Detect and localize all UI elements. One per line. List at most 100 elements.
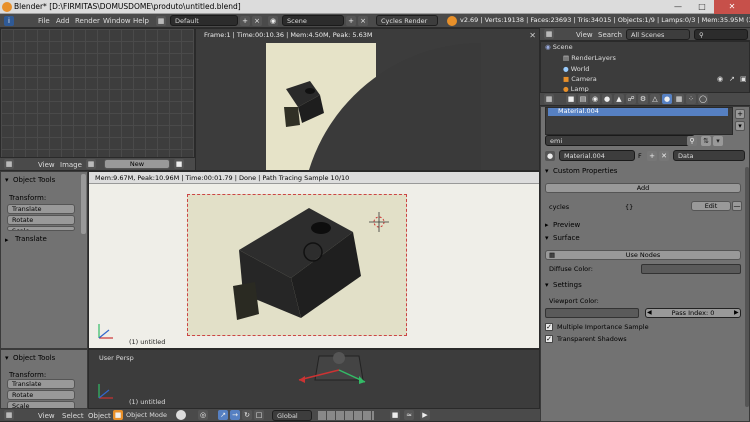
camera-viewport[interactable]: Mem:9.67M, Peak:10.96M | Time:00:01.79 |… xyxy=(88,171,540,349)
new-image-button[interactable]: New xyxy=(104,159,170,169)
viewport-shading-icon[interactable] xyxy=(176,410,186,420)
scene-tab-icon[interactable]: ◉ xyxy=(590,94,600,104)
orientation-dropdown[interactable]: Global xyxy=(272,410,312,421)
data-tab-icon[interactable]: △ xyxy=(650,94,660,104)
viewport-color-swatch[interactable] xyxy=(545,308,639,318)
pass-index-field[interactable]: Pass Index: 0 xyxy=(645,308,741,318)
menu-window[interactable]: Window xyxy=(103,17,131,25)
remove-property-icon[interactable]: — xyxy=(732,201,742,211)
texture-tab-icon[interactable]: ▦ xyxy=(674,94,684,104)
rotate-manip-icon[interactable]: ↻ xyxy=(242,410,252,420)
material-slot-list[interactable]: Material.004 xyxy=(545,107,733,135)
render-tab-icon[interactable]: ■ xyxy=(566,94,576,104)
snap-icon[interactable]: ≈ xyxy=(404,410,414,420)
translate-button[interactable]: Translate xyxy=(7,204,75,214)
menu-render[interactable]: Render xyxy=(75,17,100,25)
settings-collapse-icon[interactable]: ▾ xyxy=(545,281,549,289)
layers-tab-icon[interactable]: ▤ xyxy=(578,94,588,104)
preview-collapse-icon[interactable]: ▸ xyxy=(545,221,549,229)
image-pin-icon[interactable]: ■ xyxy=(174,159,184,169)
editor-type-icon[interactable]: i xyxy=(4,16,14,26)
render-viewport[interactable]: Frame:1 | Time:00:10.36 | Mem:4.50M, Pea… xyxy=(195,28,540,171)
close-icon[interactable]: ✕ xyxy=(714,0,750,14)
filter-icon[interactable]: ▾ xyxy=(713,136,723,146)
operator-collapse-icon[interactable]: ▸ xyxy=(5,236,9,244)
settings-header[interactable]: Settings xyxy=(553,281,582,289)
scale-button-bottom[interactable]: Scale xyxy=(7,401,75,408)
menu-file[interactable]: File xyxy=(38,17,50,25)
render-engine-dropdown[interactable]: Cycles Render xyxy=(376,15,438,26)
object-tab-icon[interactable]: ▲ xyxy=(614,94,624,104)
scene-field[interactable]: Scene xyxy=(282,15,344,26)
3d-menu-view[interactable]: View xyxy=(38,412,55,420)
menu-add[interactable]: Add xyxy=(56,17,70,25)
visibility-eye-icon[interactable]: ◉ xyxy=(717,75,723,83)
outliner-item-world[interactable]: ● World xyxy=(563,65,589,73)
layout-field[interactable]: Default xyxy=(170,15,238,26)
physics-tab-icon[interactable]: ◯ xyxy=(698,94,708,104)
render-preview-icon[interactable]: ▶ xyxy=(420,410,430,420)
outliner-type-icon[interactable]: ▦ xyxy=(544,29,554,39)
rotate-button[interactable]: Rotate xyxy=(7,215,75,225)
scale-manip-icon[interactable]: □ xyxy=(254,410,264,420)
translate-manip-icon[interactable]: → xyxy=(230,410,240,420)
material-tab-icon[interactable]: ● xyxy=(662,94,672,104)
use-nodes-button[interactable]: Use Nodes xyxy=(545,250,741,260)
diffuse-color-swatch[interactable] xyxy=(641,264,741,274)
restrict-select-icon[interactable]: ↗ xyxy=(729,75,735,83)
custom-props-collapse-icon[interactable]: ▾ xyxy=(545,167,549,175)
pivot-icon[interactable]: ◎ xyxy=(198,410,208,420)
layout-remove-icon[interactable]: × xyxy=(252,16,262,26)
3d-editor-type-icon[interactable]: ▦ xyxy=(4,410,14,420)
image-browse-icon[interactable]: ▦ xyxy=(86,159,96,169)
outliner-item-scene[interactable]: ◉ Scene xyxy=(545,43,573,51)
world-tab-icon[interactable]: ● xyxy=(602,94,612,104)
properties-type-icon[interactable]: ▦ xyxy=(544,94,554,104)
preview-header[interactable]: Preview xyxy=(553,221,580,229)
lock-camera-icon[interactable]: ■ xyxy=(390,410,400,420)
3d-menu-select[interactable]: Select xyxy=(62,412,84,420)
scale-button[interactable]: Scale xyxy=(7,226,75,231)
sort-icon[interactable]: ⇅ xyxy=(701,136,711,146)
3d-menu-object[interactable]: Object xyxy=(88,412,111,420)
viewport-close-icon[interactable]: ✕ xyxy=(529,31,536,40)
surface-header[interactable]: Surface xyxy=(553,234,580,242)
restrict-render-icon[interactable]: ▣ xyxy=(740,75,747,83)
menu-help[interactable]: Help xyxy=(133,17,149,25)
transparent-shadows-checkbox[interactable]: ✓ xyxy=(545,335,553,343)
slot-remove-icon[interactable]: ▾ xyxy=(735,121,745,131)
toolshelf-bottom-collapse-icon[interactable]: ▾ xyxy=(5,354,9,362)
mode-dropdown[interactable]: Object Mode xyxy=(122,410,170,421)
material-link-dropdown[interactable]: Data xyxy=(673,150,745,161)
layout-icon[interactable]: ▦ xyxy=(156,16,166,26)
toolshelf-top-collapse-icon[interactable]: ▾ xyxy=(5,176,9,184)
slot-add-icon[interactable]: + xyxy=(735,109,745,119)
fake-user-toggle[interactable]: F xyxy=(638,152,642,160)
add-property-button[interactable]: Add xyxy=(545,183,741,193)
material-add-icon[interactable]: + xyxy=(647,151,657,161)
layer-buttons[interactable] xyxy=(318,411,374,420)
outliner-item-lamp[interactable]: ● Lamp xyxy=(563,85,589,92)
custom-properties-header[interactable]: Custom Properties xyxy=(553,167,617,175)
outliner-menu-search[interactable]: Search xyxy=(598,31,622,39)
material-name-field[interactable]: Material.004 xyxy=(559,150,635,161)
image-editor-type-icon[interactable]: ▦ xyxy=(4,159,14,169)
material-unlink-icon[interactable]: ✕ xyxy=(659,151,669,161)
scene-remove-icon[interactable]: × xyxy=(358,16,368,26)
outliner-item-renderlayers[interactable]: ▤ RenderLayers xyxy=(563,54,616,62)
outliner-filter-dropdown[interactable]: All Scenes xyxy=(626,29,690,40)
scene-add-icon[interactable]: + xyxy=(346,16,356,26)
manipulator-icon[interactable]: ↗ xyxy=(218,410,228,420)
maximize-icon[interactable]: □ xyxy=(690,0,714,14)
user-persp-viewport[interactable]: User Persp (1) untitled xyxy=(88,349,540,409)
outliner-item-camera[interactable]: ■ Camera xyxy=(563,75,597,83)
material-search-input[interactable]: emi xyxy=(545,135,695,146)
material-browse-icon[interactable]: ● xyxy=(545,151,555,161)
uv-editor-grid[interactable] xyxy=(0,28,195,158)
search-clear-icon[interactable]: ⚲ xyxy=(687,136,697,146)
modifiers-tab-icon[interactable]: ⚙ xyxy=(638,94,648,104)
outliner-menu-view[interactable]: View xyxy=(576,31,593,39)
particles-tab-icon[interactable]: ⁘ xyxy=(686,94,696,104)
layout-add-icon[interactable]: + xyxy=(240,16,250,26)
image-menu-image[interactable]: Image xyxy=(60,161,82,169)
